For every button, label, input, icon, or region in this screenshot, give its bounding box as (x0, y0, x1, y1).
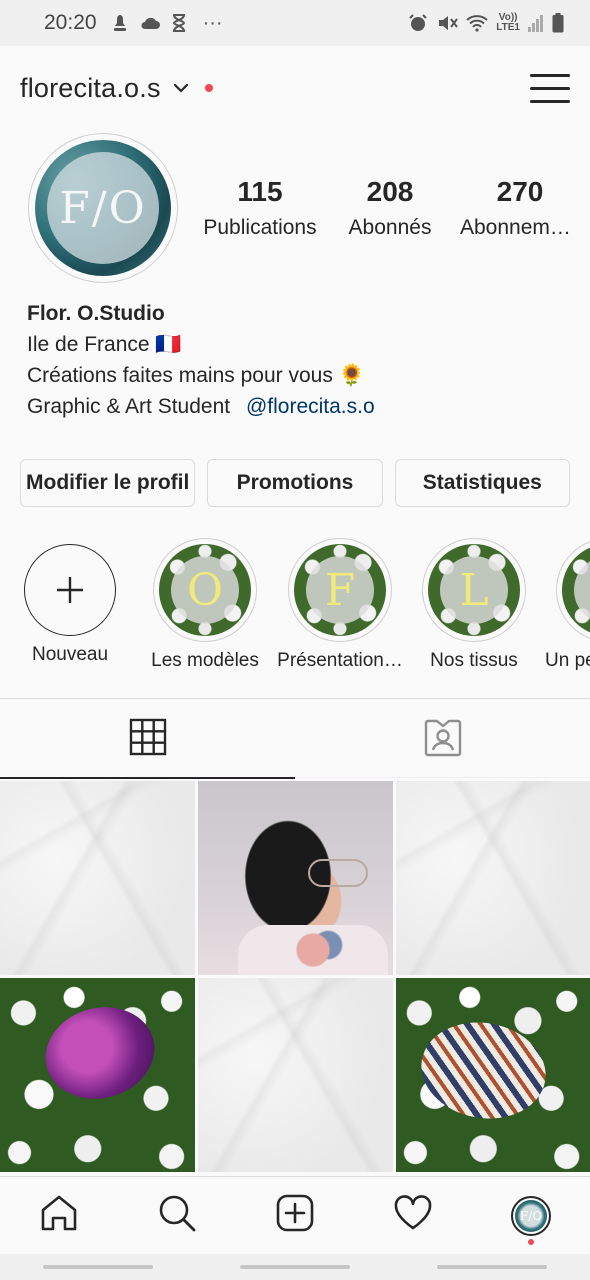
profile-stats: 115 Publications 208 Abonnés 270 Abonnem… (200, 176, 580, 240)
alarm-icon (408, 13, 428, 33)
gesture-handle[interactable] (436, 1265, 547, 1269)
gesture-navigation-bar (0, 1254, 590, 1280)
highlight-label: Nos tissus (430, 650, 518, 671)
notification-dot (204, 84, 213, 92)
mute-icon (436, 13, 459, 33)
tagged-user-icon (423, 717, 463, 762)
activity-heart-icon (393, 1193, 433, 1238)
stat-label: Publications (203, 216, 317, 239)
posts-grid (0, 781, 590, 1172)
tab-underline (295, 777, 590, 778)
post-thumbnail[interactable] (198, 978, 393, 1172)
insights-button[interactable]: Statistiques (394, 459, 570, 507)
nav-home[interactable] (19, 1177, 99, 1255)
highlight-item[interactable]: O Les modèles (140, 538, 270, 672)
gesture-handle[interactable] (239, 1265, 350, 1269)
highlight-label: Nouveau (31, 644, 109, 665)
post-thumbnail[interactable] (396, 781, 590, 975)
gesture-handle[interactable] (43, 1265, 154, 1269)
plus-icon (24, 544, 116, 636)
edit-profile-button[interactable]: Modifier le profil (20, 459, 196, 507)
profile-avatar-icon: F/O (511, 1195, 551, 1236)
status-time: 20:20 (44, 11, 97, 34)
highlight-item[interactable]: R Un petit (543, 538, 590, 672)
highlight-letter: F (324, 564, 356, 616)
account-username[interactable]: florecita.o.s (20, 73, 161, 104)
home-icon (39, 1193, 79, 1238)
highlight-item[interactable]: L Nos tissus (409, 538, 539, 672)
bio-mention-link[interactable]: @florecita.s.o (246, 395, 375, 418)
cloud-icon (139, 15, 161, 31)
stat-label: Abonnés (348, 216, 432, 239)
profile-bio: Flor. O.Studio Ile de France 🇫🇷 Création… (27, 298, 567, 422)
wifi-icon (466, 14, 488, 32)
nav-avatar-monogram: F/O (515, 1199, 547, 1232)
new-post-icon (275, 1193, 315, 1238)
avatar-image: F/O (35, 140, 171, 276)
stat-label: Abonnements (460, 216, 580, 239)
stat-followers[interactable]: 208 Abonnés (330, 176, 450, 240)
nav-search[interactable] (137, 1177, 217, 1255)
post-thumbnail[interactable] (198, 781, 393, 975)
highlight-item[interactable]: F Présentation… (275, 538, 405, 672)
highlight-label: Un petit (545, 650, 590, 671)
highlight-new[interactable]: Nouveau (5, 538, 135, 666)
post-thumbnail[interactable] (0, 781, 195, 975)
nav-activity[interactable] (373, 1177, 453, 1255)
more-icon: ··· (202, 11, 223, 34)
signal-icon (528, 14, 544, 32)
chevron-down-icon[interactable] (173, 83, 189, 93)
tab-posts-grid[interactable] (0, 699, 295, 779)
profile-tabs (0, 699, 590, 779)
highlight-cover: L (428, 544, 520, 636)
hourglass-icon (171, 13, 187, 33)
stat-value: 115 (237, 176, 283, 207)
profile-header: florecita.o.s (0, 60, 590, 116)
highlight-letter: L (459, 564, 489, 616)
post-thumbnail[interactable] (0, 978, 195, 1172)
status-bar: 20:20 ··· Vo)) LTE1 (0, 0, 590, 46)
search-icon (157, 1193, 197, 1238)
profile-avatar[interactable]: F/O (28, 133, 178, 283)
promotions-button[interactable]: Promotions (207, 459, 383, 507)
highlight-cover: O (159, 544, 251, 636)
network-tag: Vo)) LTE1 (496, 12, 520, 33)
highlight-label: Présentation… (277, 650, 403, 671)
bio-line: Ile de France 🇫🇷 (27, 333, 182, 356)
highlight-letter: O (186, 564, 224, 616)
battery-icon (552, 13, 564, 33)
stat-posts[interactable]: 115 Publications (200, 176, 320, 240)
profile-actions: Modifier le profil Promotions Statistiqu… (20, 459, 570, 507)
nav-profile[interactable]: F/O (491, 1177, 571, 1255)
nav-new-post[interactable] (255, 1177, 335, 1255)
highlight-label: Les modèles (151, 650, 259, 671)
story-highlights: Nouveau O Les modèles F Présentation… L … (0, 538, 590, 678)
tab-tagged[interactable] (295, 699, 590, 779)
bottom-navigation: F/O (0, 1176, 590, 1254)
grid-icon (129, 718, 167, 761)
stat-following[interactable]: 270 Abonnements (460, 176, 580, 240)
stat-value: 270 (496, 176, 544, 207)
notification-icon (111, 13, 129, 33)
stat-value: 208 (366, 176, 414, 207)
profile-name: Flor. O.Studio (27, 302, 165, 325)
bio-line: Graphic & Art Student (27, 395, 231, 418)
profile-notification-dot (528, 1238, 534, 1245)
post-thumbnail[interactable] (396, 978, 590, 1172)
highlight-cover: R (562, 544, 590, 636)
bio-line-with-mention: Graphic & Art Student @florecita.s.o (27, 391, 567, 422)
avatar-monogram: F/O (59, 182, 147, 234)
highlight-cover: F (294, 544, 386, 636)
bio-line: Créations faites mains pour vous 🌻 (27, 364, 365, 387)
hamburger-menu-icon[interactable] (530, 68, 570, 108)
